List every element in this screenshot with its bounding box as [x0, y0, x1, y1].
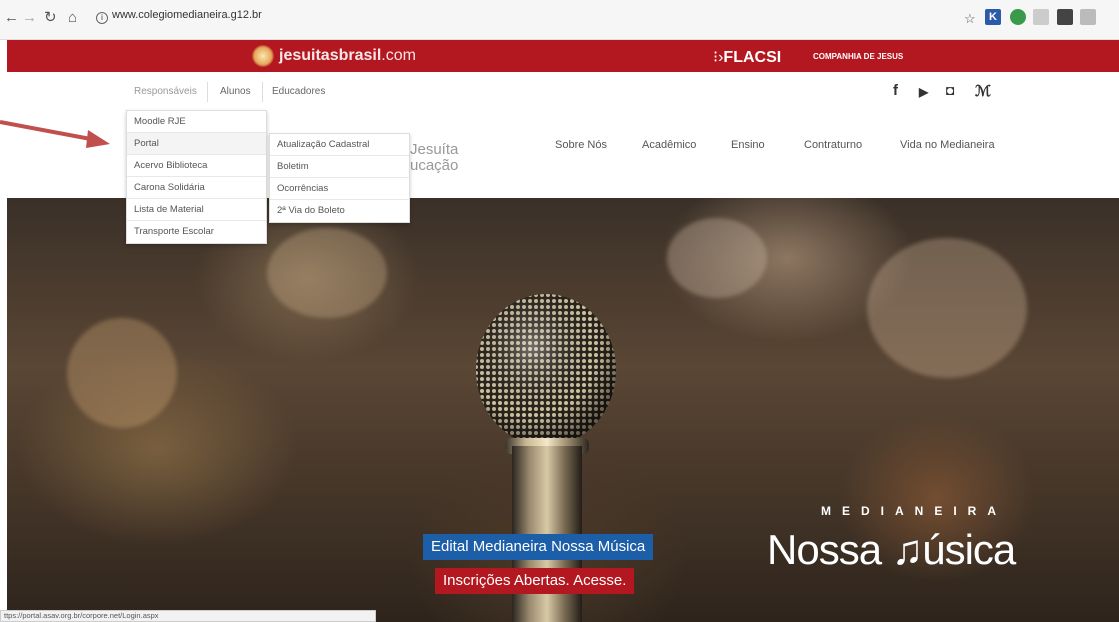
- hero-banner[interactable]: Edital Medianeira Nossa Música Inscriçõe…: [7, 198, 1119, 622]
- divider: [262, 82, 263, 102]
- bokeh-light: [267, 228, 387, 318]
- bokeh-light: [67, 318, 177, 428]
- nav-responsaveis[interactable]: Responsáveis: [134, 86, 197, 97]
- instagram-icon[interactable]: ◘: [946, 82, 954, 98]
- nav-sobre-nos[interactable]: Sobre Nós: [555, 139, 607, 151]
- menu-item-portal[interactable]: Portal: [127, 133, 266, 155]
- address-bar[interactable]: i www.colegiomedianeira.g12.br: [96, 9, 262, 24]
- extension-grey-icon[interactable]: [1033, 9, 1049, 25]
- browser-page: ← → ↻ ⌂ i www.colegiomedianeira.g12.br ☆ …: [0, 0, 1119, 622]
- bokeh-light: [867, 238, 1027, 378]
- moodle-icon[interactable]: ℳ: [975, 82, 991, 100]
- menu-item-moodle-rje[interactable]: Moodle RJE: [127, 111, 266, 133]
- facebook-icon[interactable]: f: [893, 82, 898, 99]
- home-icon[interactable]: ⌂: [68, 10, 77, 26]
- nav-vida-no-medianeira[interactable]: Vida no Medianeira: [900, 139, 995, 151]
- nossa-musica-logo: Nossa ♫úsica: [767, 526, 1016, 573]
- extension-dark-icon[interactable]: [1057, 9, 1073, 25]
- inscricoes-link[interactable]: Inscrições Abertas. Acesse.: [435, 568, 635, 594]
- youtube-icon[interactable]: ▶: [919, 85, 928, 99]
- status-bar: ttps://portal.asav.org.br/corpore.net/Lo…: [0, 610, 376, 622]
- reload-icon[interactable]: ↻: [44, 10, 57, 26]
- nav-academico[interactable]: Acadêmico: [642, 139, 696, 151]
- microphone-icon: [476, 294, 616, 446]
- extension-green-icon[interactable]: [1010, 9, 1026, 25]
- nav-alunos[interactable]: Alunos: [220, 86, 251, 97]
- menu-item-transporte-escolar[interactable]: Transporte Escolar: [127, 221, 266, 243]
- medianeira-wordmark: MEDIANEIRA: [821, 504, 1008, 518]
- menu-item-acervo-biblioteca[interactable]: Acervo Biblioteca: [127, 155, 266, 177]
- nav-ensino[interactable]: Ensino: [731, 139, 765, 151]
- menu-item-boletim[interactable]: Boletim: [270, 156, 409, 178]
- jesuitas-logo-icon: [252, 45, 274, 67]
- menu-item-carona-solidaria[interactable]: Carona Solidária: [127, 177, 266, 199]
- browser-toolbar: ← → ↻ ⌂ i www.colegiomedianeira.g12.br ☆ …: [0, 0, 1119, 40]
- bokeh-light: [667, 218, 767, 298]
- portal-submenu: Atualização Cadastral Boletim Ocorrência…: [269, 133, 410, 223]
- menu-item-atualizacao-cadastral[interactable]: Atualização Cadastral: [270, 134, 409, 156]
- menu-item-lista-de-material[interactable]: Lista de Material: [127, 199, 266, 221]
- info-icon[interactable]: i: [96, 12, 108, 24]
- back-icon[interactable]: ←: [4, 10, 19, 26]
- responsaveis-dropdown: Moodle RJE Portal Acervo Biblioteca Caro…: [126, 110, 267, 244]
- extension-menu-icon[interactable]: [1080, 9, 1096, 25]
- url-text: www.colegiomedianeira.g12.br: [112, 9, 262, 21]
- edital-link[interactable]: Edital Medianeira Nossa Música: [423, 534, 654, 560]
- annotation-arrow-icon: [0, 120, 110, 148]
- jesuitasbrasil-link[interactable]: jesuitasbrasil.com: [279, 47, 416, 65]
- companhia-de-jesus-link[interactable]: COMPANHIA DE JESUS: [813, 52, 903, 61]
- flacsi-link[interactable]: ⁝›FLACSI: [713, 47, 781, 67]
- menu-item-ocorrencias[interactable]: Ocorrências: [270, 178, 409, 200]
- network-bar: jesuitasbrasil.com ⁝›FLACSI COMPANHIA DE…: [7, 40, 1119, 72]
- nav-contraturno[interactable]: Contraturno: [804, 139, 862, 151]
- menu-item-segunda-via-boleto[interactable]: 2ª Via do Boleto: [270, 200, 409, 222]
- extension-k-icon[interactable]: K: [985, 9, 1001, 25]
- forward-icon[interactable]: →: [22, 10, 37, 26]
- nav-educadores[interactable]: Educadores: [272, 86, 325, 97]
- divider: [207, 82, 208, 102]
- bookmark-star-icon[interactable]: ☆: [964, 11, 976, 27]
- school-name[interactable]: Jesuíta ucação: [410, 142, 458, 174]
